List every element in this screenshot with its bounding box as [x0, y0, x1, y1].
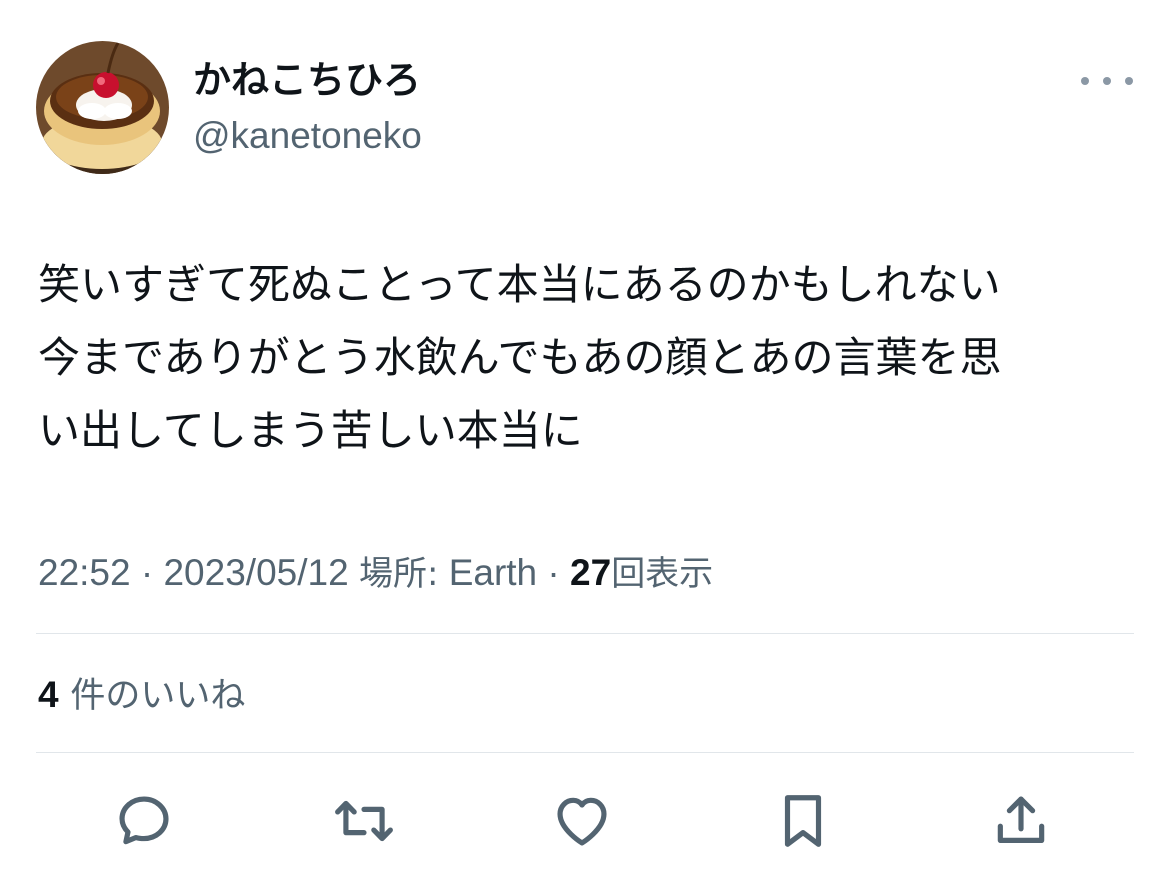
- location-value: Earth: [448, 552, 538, 593]
- location-label: 場所:: [358, 554, 439, 594]
- likes-label: 件のいいね: [70, 676, 246, 716]
- tweet-time[interactable]: 22:52: [38, 552, 131, 593]
- meta-separator: ·: [547, 552, 560, 593]
- reply-button[interactable]: [109, 786, 179, 856]
- bookmark-button[interactable]: [768, 786, 838, 856]
- author-handle[interactable]: @kanetoneko: [193, 113, 422, 159]
- tweet-text-line: 笑いすぎて死ぬことって本当にあるのかもしれない: [38, 260, 1001, 309]
- tweet-text: 笑いすぎて死ぬことって本当にあるのかもしれない 今までありがとう水飲んでもあの顔…: [38, 248, 1148, 467]
- meta-separator: ·: [140, 552, 154, 593]
- likes-summary[interactable]: 4 件のいいね: [38, 670, 245, 721]
- like-button[interactable]: [547, 786, 617, 856]
- tweet-meta: 22:52 · 2023/05/12 場所: Earth · 27回表示: [38, 548, 713, 598]
- retweet-button[interactable]: [329, 786, 399, 856]
- pudding-avatar-icon: [36, 41, 169, 174]
- more-dot-icon: [1125, 77, 1133, 85]
- likes-count: 4: [38, 674, 59, 715]
- tweet-date[interactable]: 2023/05/12: [163, 552, 348, 593]
- share-button[interactable]: [986, 786, 1056, 856]
- bookmark-icon: [784, 795, 822, 847]
- retweet-icon: [335, 800, 393, 842]
- views-label: 回表示: [611, 554, 714, 594]
- more-options-button[interactable]: [1081, 66, 1133, 96]
- divider: [36, 633, 1134, 634]
- avatar[interactable]: [36, 41, 169, 174]
- more-dot-icon: [1081, 77, 1089, 85]
- action-bar: [0, 786, 1169, 856]
- more-dot-icon: [1103, 77, 1111, 85]
- tweet-text-line: 今までありがとう水飲んでもあの顔とあの言葉を思: [38, 333, 1002, 382]
- tweet-text-line: い出してしまう苦しい本当に: [38, 406, 583, 455]
- share-icon: [997, 796, 1045, 843]
- reply-icon: [119, 796, 169, 845]
- divider: [36, 752, 1134, 753]
- heart-icon: [557, 797, 607, 846]
- views-count: 27: [570, 552, 612, 593]
- author-display-name[interactable]: かねこちひろ: [193, 55, 421, 105]
